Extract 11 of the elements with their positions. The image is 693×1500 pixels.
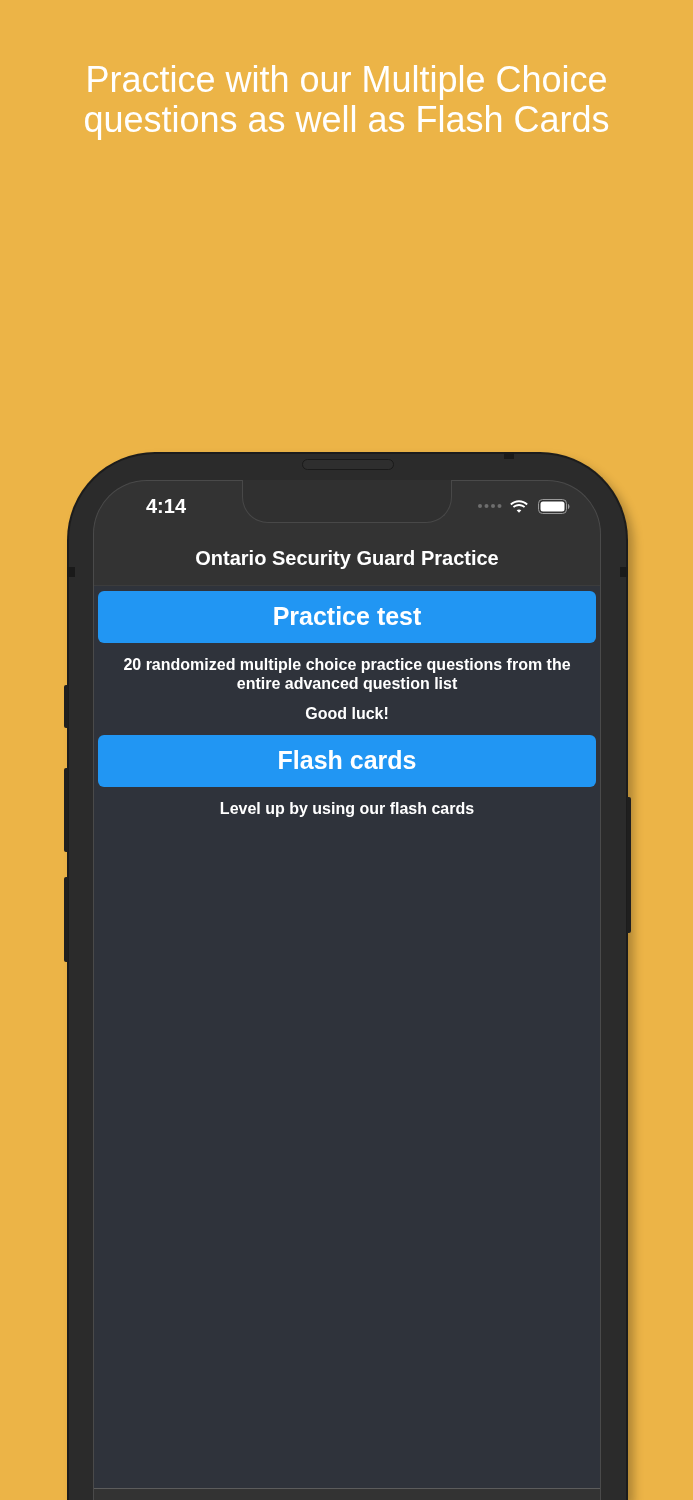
description-text: 20 randomized multiple choice practice questions from the entire advanced question list — [122, 655, 572, 693]
headline-text: Practice with our Multiple Choice questions as well as Flash Cards — [82, 58, 611, 140]
wifi-icon — [510, 499, 528, 513]
menu-button[interactable]: Practice test — [98, 591, 596, 643]
battery-icon — [538, 498, 570, 514]
menu-button[interactable]: Flash cards — [98, 735, 596, 787]
description-text: Good luck! — [305, 704, 389, 723]
description-text: Level up by using our flash cards — [219, 799, 475, 818]
signal-dots-icon — [478, 504, 502, 508]
status-time: 4:14 — [146, 494, 187, 518]
nav-title: Ontario Security Guard Practice — [195, 546, 499, 570]
